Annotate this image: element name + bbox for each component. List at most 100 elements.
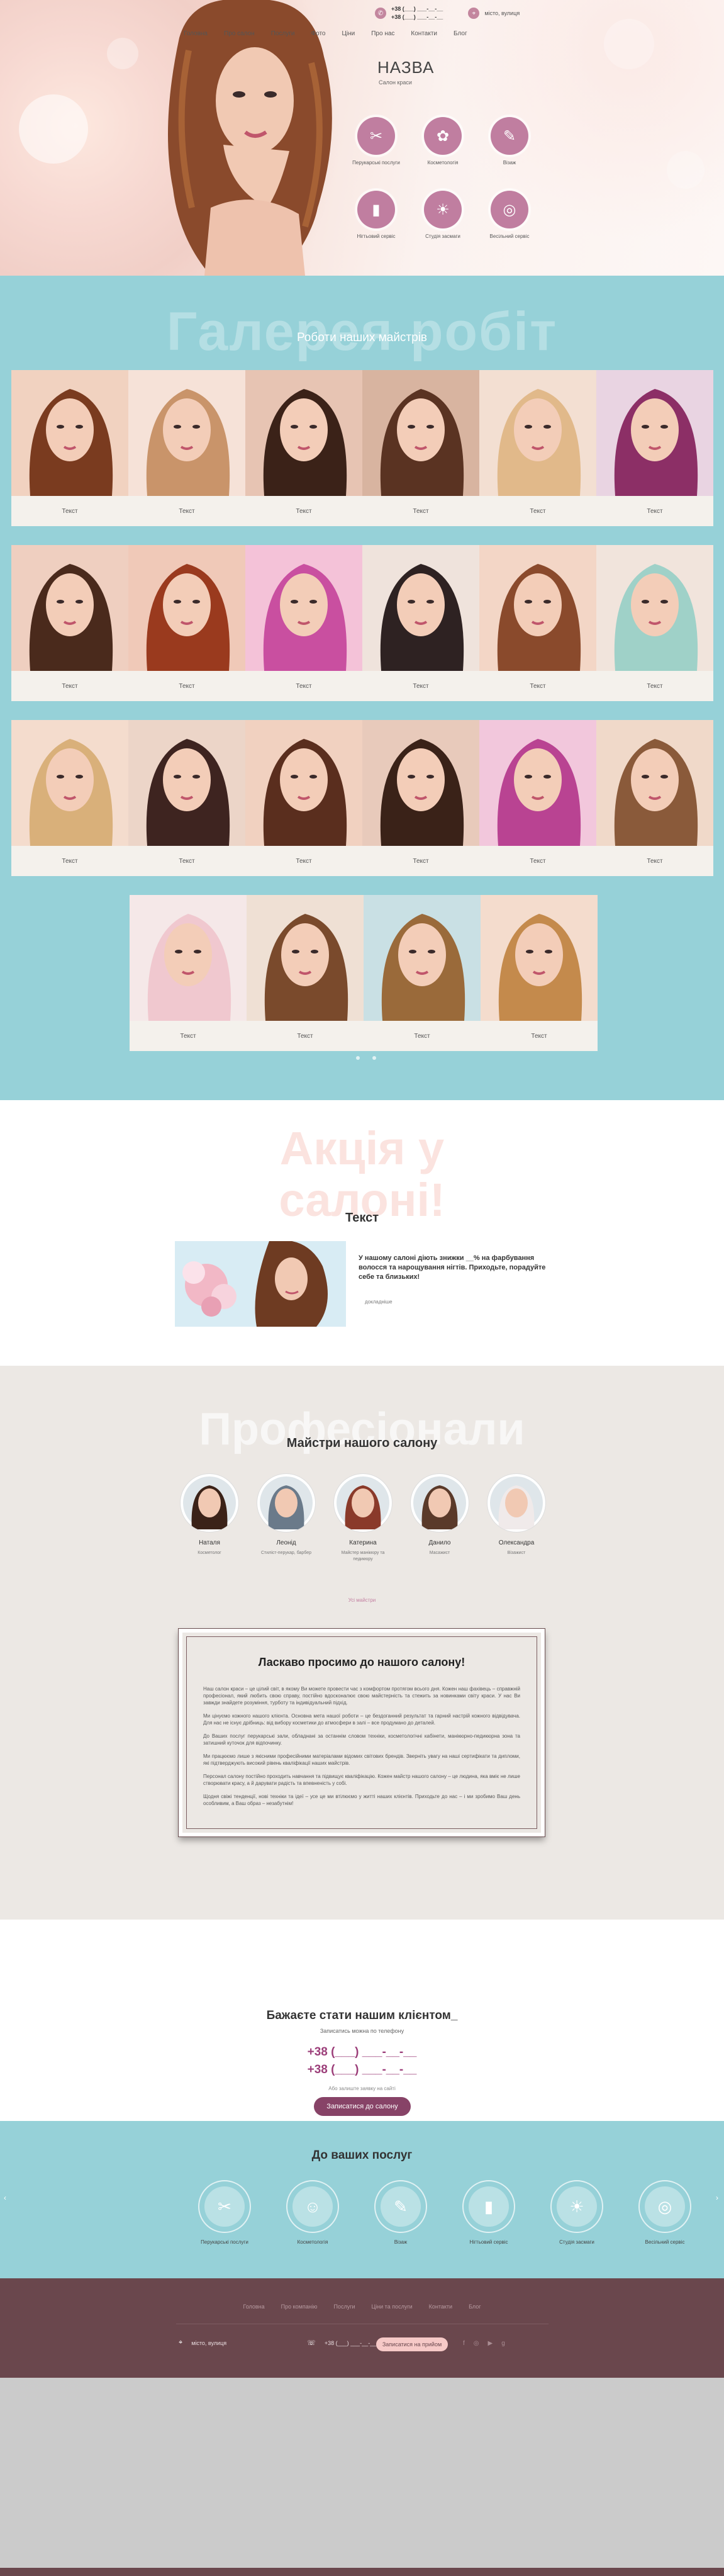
- gallery-card[interactable]: Текст: [362, 545, 479, 701]
- gallery-caption: Текст: [531, 1032, 547, 1040]
- footer-nav-item[interactable]: Контакти: [429, 2303, 452, 2310]
- booking-note: Або залиште заявку на сайті: [328, 2086, 396, 2091]
- booking-title: Бажаєте стати нашим клієнтом_: [266, 2009, 458, 2022]
- nav-item[interactable]: Фото: [311, 30, 326, 37]
- gallery-photo: [479, 545, 596, 671]
- nav-item[interactable]: Ціни: [342, 30, 355, 37]
- masters-section: Професіонали Майстри нашого салону Натал…: [0, 1366, 724, 1920]
- gallery-caption: Текст: [62, 507, 78, 515]
- gallery-card[interactable]: Текст: [11, 370, 128, 526]
- nav-item[interactable]: Головна: [184, 30, 208, 37]
- promo-section: Акція у салоні! Текст У нашому салоні ді…: [0, 1100, 724, 1366]
- master-card[interactable]: Леонід Стиліст-перукар, барбер: [256, 1474, 316, 1563]
- footer-nav-item[interactable]: Про компанію: [281, 2303, 318, 2310]
- hero-service-item[interactable]: ☀ Студія засмаги: [409, 191, 476, 239]
- hero-service-item[interactable]: ✿ Косметологія: [409, 117, 476, 166]
- pagination-dot[interactable]: [356, 1056, 360, 1060]
- all-masters-link[interactable]: Усі майстри: [0, 1597, 724, 1603]
- service-label: Візаж: [394, 2239, 408, 2245]
- hero-service-item[interactable]: ✂ Перукарські послуги: [343, 117, 409, 166]
- hero-service-label: Студія засмаги: [425, 233, 460, 239]
- hero-section: ✆ +38 (___) ___-__-__ +38 (___) ___-__-_…: [0, 0, 724, 276]
- welcome-paragraph: Щодня свіжі тенденції, нові техніки та і…: [203, 1794, 520, 1806]
- google-plus-icon[interactable]: g: [501, 2340, 505, 2347]
- service-item[interactable]: ☀ Студія засмаги: [549, 2180, 605, 2245]
- nav-item[interactable]: Контакти: [411, 30, 437, 37]
- footer-nav-item[interactable]: Послуги: [333, 2303, 355, 2310]
- gallery-card[interactable]: Текст: [596, 545, 713, 701]
- booking-phone-2[interactable]: +38 (___) ___-__-__: [0, 2063, 724, 2077]
- nav-item[interactable]: Послуги: [271, 30, 295, 37]
- services-title: До ваших послуг: [311, 2149, 413, 2162]
- service-label: Косметологія: [297, 2239, 328, 2245]
- gallery-card[interactable]: Текст: [128, 720, 245, 876]
- service-item[interactable]: ✎ Візаж: [372, 2180, 429, 2245]
- gallery-card[interactable]: Текст: [479, 545, 596, 701]
- gallery-caption: Текст: [296, 857, 312, 865]
- gallery-card[interactable]: Текст: [245, 370, 362, 526]
- gallery-card[interactable]: Текст: [128, 370, 245, 526]
- gallery-photo: [481, 895, 598, 1021]
- welcome-card: Ласкаво просимо до нашого салону! Наш са…: [178, 1628, 545, 1837]
- footer-nav-item[interactable]: Ціни та послуги: [372, 2303, 413, 2310]
- book-appointment-button[interactable]: Записатися до салону: [314, 2097, 411, 2116]
- footer-book-button[interactable]: Записатися на прийом: [376, 2337, 448, 2351]
- promo-more-link[interactable]: докладніше: [365, 1299, 393, 1305]
- footer-nav-item[interactable]: Блог: [469, 2303, 481, 2310]
- gallery-card[interactable]: Текст: [481, 895, 598, 1051]
- gallery-photo: [364, 895, 481, 1021]
- gallery-card[interactable]: Текст: [596, 370, 713, 526]
- nav-item[interactable]: Про нас: [371, 30, 394, 37]
- hero-service-item[interactable]: ▮ Нігтьовий сервіс: [343, 191, 409, 239]
- gallery-card[interactable]: Текст: [364, 895, 481, 1051]
- hero-service-item[interactable]: ✎ Візаж: [476, 117, 543, 166]
- service-item[interactable]: ▮ Нігтьовий сервіс: [460, 2180, 517, 2245]
- instagram-icon[interactable]: ◎: [474, 2340, 479, 2347]
- service-label: Студія засмаги: [559, 2239, 594, 2245]
- gallery-photo: [128, 720, 245, 846]
- gallery-caption: Текст: [413, 507, 429, 515]
- carousel-prev-icon[interactable]: ‹: [4, 2193, 6, 2202]
- gallery-card[interactable]: Текст: [479, 720, 596, 876]
- master-card[interactable]: Катерина Майстер манікюру та педикюру: [333, 1474, 393, 1563]
- pagination-dot[interactable]: [372, 1056, 376, 1060]
- nav-item[interactable]: Про салон: [224, 30, 255, 37]
- gallery-card[interactable]: Текст: [247, 895, 364, 1051]
- gallery-card[interactable]: Текст: [11, 720, 128, 876]
- booking-phone-1[interactable]: +38 (___) ___-__-__: [0, 2045, 724, 2059]
- gallery-card[interactable]: Текст: [362, 720, 479, 876]
- makeup-brush-icon: ✎: [381, 2186, 421, 2227]
- master-role: Візажист: [507, 1551, 526, 1555]
- gallery-card[interactable]: Текст: [128, 545, 245, 701]
- gallery-card[interactable]: Текст: [479, 370, 596, 526]
- hero-model-photo: [168, 0, 332, 276]
- hero-service-item[interactable]: ◎ Весільний сервіс: [476, 191, 543, 239]
- header-phone-1[interactable]: +38 (___) ___-__-__: [391, 5, 443, 13]
- facebook-icon[interactable]: f: [463, 2340, 465, 2347]
- gallery-photo: [130, 895, 247, 1021]
- masters-list: Наталя Косметолог Леонід Стиліст-перукар, б…: [179, 1474, 547, 1563]
- avatar: [334, 1474, 392, 1532]
- youtube-icon[interactable]: ▶: [488, 2340, 493, 2347]
- gallery-caption: Текст: [296, 682, 312, 690]
- welcome-title: Ласкаво просимо до нашого салону!: [258, 1656, 465, 1668]
- service-item[interactable]: ◎ Весільний сервіс: [637, 2180, 693, 2245]
- service-item[interactable]: ☺ Косметологія: [284, 2180, 341, 2245]
- footer-phone[interactable]: +38 (___) ___-__-__: [325, 2340, 376, 2346]
- gallery-card[interactable]: Текст: [245, 720, 362, 876]
- header-phone-2[interactable]: +38 (___) ___-__-__: [391, 13, 443, 21]
- gallery-card[interactable]: Текст: [245, 545, 362, 701]
- gallery-card[interactable]: Текст: [596, 720, 713, 876]
- welcome-paragraph: Наш салон краси – це цілий світ, в якому…: [203, 1686, 520, 1706]
- gallery-card[interactable]: Текст: [362, 370, 479, 526]
- service-item[interactable]: ✂ Перукарські послуги: [196, 2180, 253, 2245]
- footer-nav-item[interactable]: Головна: [243, 2303, 264, 2310]
- gallery-card[interactable]: Текст: [130, 895, 247, 1051]
- gallery-card[interactable]: Текст: [11, 545, 128, 701]
- carousel-next-icon[interactable]: ›: [716, 2193, 718, 2202]
- master-card[interactable]: Олександра Візажист: [486, 1474, 547, 1563]
- master-card[interactable]: Данило Масажист: [409, 1474, 470, 1563]
- nav-item[interactable]: Блог: [454, 30, 467, 37]
- cosmetology-icon: ✿: [424, 117, 462, 155]
- master-card[interactable]: Наталя Косметолог: [179, 1474, 240, 1563]
